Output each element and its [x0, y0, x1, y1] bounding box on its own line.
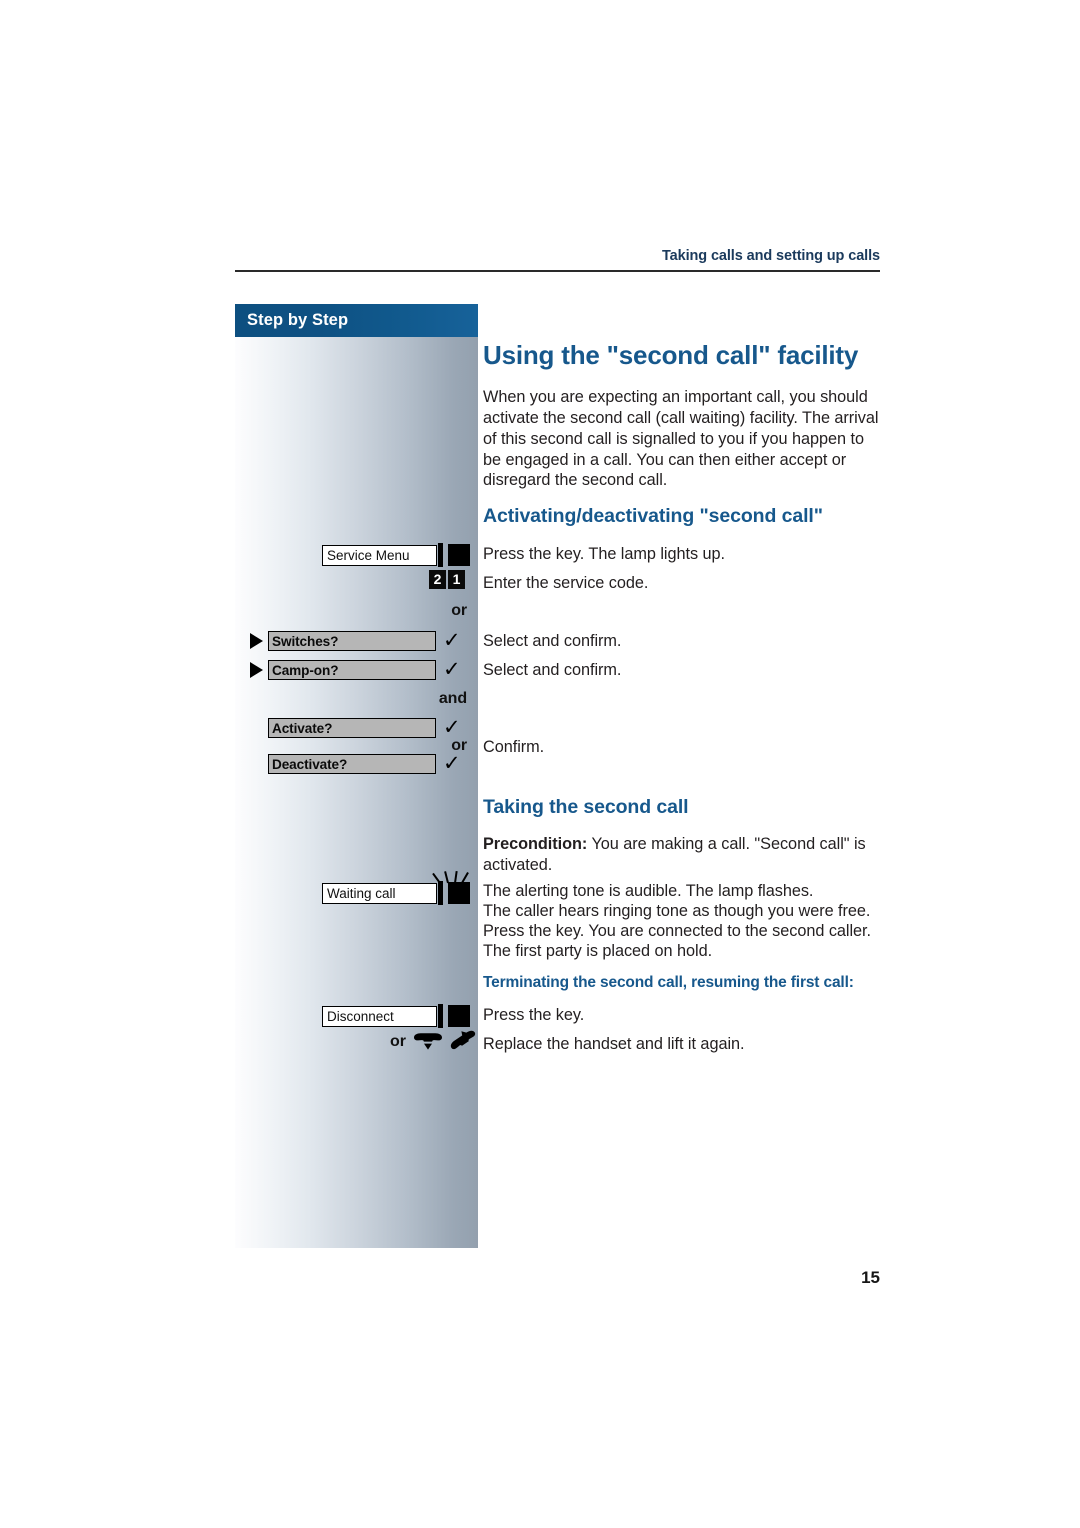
conjunction-or: or: [390, 1033, 406, 1050]
option-label: Switches?: [268, 631, 436, 651]
step-by-step-sidebar: [235, 304, 478, 1248]
section-heading-activating: Activating/deactivating "second call": [483, 505, 823, 527]
option-row-camp-on[interactable]: Camp-on? ✓: [250, 659, 461, 680]
option-row-switches[interactable]: Switches? ✓: [250, 630, 461, 651]
step-text-select-confirm-1: Select and confirm.: [483, 632, 622, 650]
minor-heading-terminating: Terminating the second call, resuming th…: [483, 974, 854, 991]
keypad-digit: 1: [448, 570, 465, 589]
sidebar-header-label: Step by Step: [247, 311, 349, 329]
lift-handset-icon: [450, 1030, 476, 1050]
lamp-icon: [448, 1005, 470, 1027]
header-divider: [235, 270, 880, 272]
key-edge-icon: [438, 1004, 443, 1028]
select-arrow-icon: [250, 662, 263, 678]
page-title: Using the "second call" facility: [483, 340, 859, 370]
function-key-service-menu[interactable]: Service Menu: [322, 543, 470, 567]
section-heading-taking: Taking the second call: [483, 796, 689, 818]
function-key-disconnect[interactable]: Disconnect: [322, 1004, 470, 1028]
key-edge-icon: [438, 881, 443, 905]
step-text-replace-handset: Replace the handset and lift it again.: [483, 1035, 745, 1053]
precondition-paragraph: Precondition: You are making a call. "Se…: [483, 834, 887, 876]
function-key-label: Waiting call: [322, 882, 437, 904]
taking-call-line-1: The alerting tone is audible. The lamp f…: [483, 882, 814, 900]
option-label: Activate?: [268, 718, 436, 738]
keypad-entry[interactable]: 2 1: [429, 570, 467, 589]
option-label: Deactivate?: [268, 754, 436, 774]
select-arrow-icon: [250, 633, 263, 649]
page-number: 15: [861, 1268, 880, 1287]
option-row-deactivate[interactable]: Deactivate? ✓: [250, 753, 461, 774]
step-text-confirm: Confirm.: [483, 738, 545, 756]
precondition-label: Precondition:: [483, 835, 588, 853]
function-key-waiting-call[interactable]: Waiting call: [322, 881, 470, 905]
option-row-activate[interactable]: Activate? ✓: [250, 717, 461, 738]
replace-handset-icon: [414, 1033, 442, 1050]
confirm-check-icon[interactable]: ✓: [443, 753, 461, 774]
running-header: Taking calls and setting up calls: [661, 248, 880, 264]
step-text-select-confirm-2: Select and confirm.: [483, 661, 622, 679]
function-key-label: Disconnect: [322, 1005, 437, 1027]
document-page: Taking calls and setting up calls Step b…: [0, 0, 1080, 1528]
confirm-check-icon[interactable]: ✓: [443, 630, 461, 651]
lamp-icon: [448, 882, 470, 904]
conjunction-and: and: [438, 690, 467, 707]
key-edge-icon: [438, 543, 443, 567]
option-label: Camp-on?: [268, 660, 436, 680]
taking-call-line-4: The first party is placed on hold.: [483, 942, 713, 960]
step-text-press-key: Press the key. The lamp lights up.: [483, 545, 726, 563]
keypad-digit: 2: [429, 570, 446, 589]
sidebar-header-bar: Step by Step: [235, 304, 478, 337]
lamp-icon: [448, 544, 470, 566]
taking-call-line-3: Press the key. You are connected to the …: [483, 922, 872, 940]
confirm-check-icon[interactable]: ✓: [443, 659, 461, 680]
handset-action-row: or: [390, 1030, 482, 1054]
conjunction-or: or: [451, 602, 467, 619]
step-text-press-key-2: Press the key.: [483, 1006, 585, 1024]
confirm-check-icon[interactable]: ✓: [443, 717, 461, 738]
function-key-label: Service Menu: [322, 544, 437, 566]
step-text-enter-code: Enter the service code.: [483, 574, 649, 592]
intro-paragraph: When you are expecting an important call…: [483, 388, 879, 490]
taking-call-line-2: The caller hears ringing tone as though …: [483, 902, 871, 920]
